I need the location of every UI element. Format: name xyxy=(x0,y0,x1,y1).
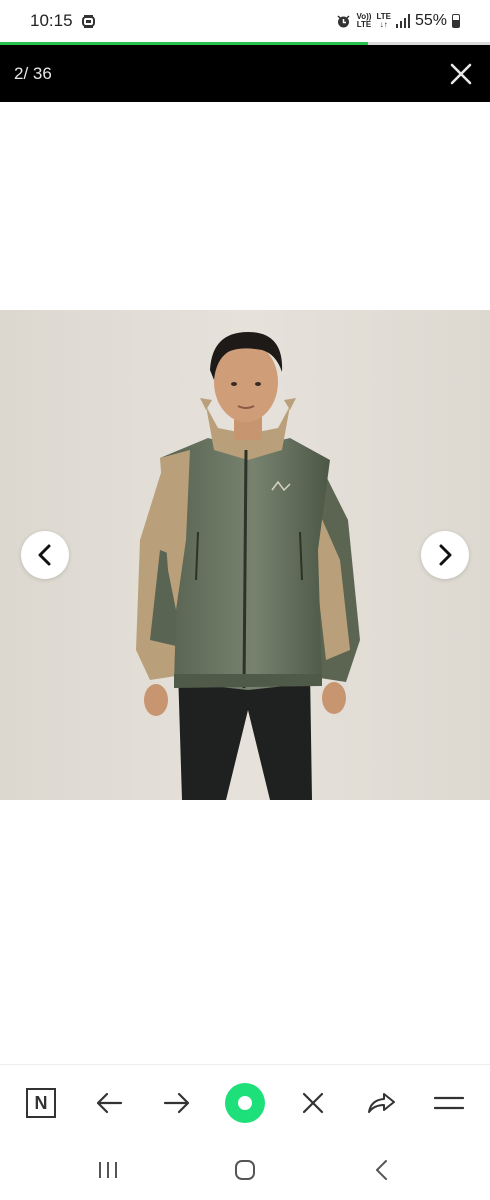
home-icon xyxy=(235,1160,255,1180)
forward-button[interactable] xyxy=(157,1083,197,1123)
menu-button[interactable] xyxy=(429,1083,469,1123)
watch-icon xyxy=(81,14,95,28)
x-icon xyxy=(302,1092,324,1114)
arrow-right-icon xyxy=(163,1092,190,1114)
recents-icon xyxy=(99,1162,117,1178)
battery-percent: 55% xyxy=(414,12,447,29)
green-dot-button[interactable] xyxy=(225,1083,265,1123)
lte-bottom: ↓↑ xyxy=(379,20,388,29)
battery-icon xyxy=(452,14,460,28)
volte-bottom: LTE xyxy=(356,20,372,29)
share-button[interactable] xyxy=(361,1083,401,1123)
signal-icon xyxy=(395,14,410,28)
close-icon xyxy=(450,63,472,84)
previous-image-button[interactable] xyxy=(21,531,69,579)
next-image-button[interactable] xyxy=(421,531,469,579)
status-left: 10:15 xyxy=(30,11,96,31)
system-navigation-bar xyxy=(0,1140,490,1200)
close-button[interactable] xyxy=(446,59,476,89)
volte-indicator: Vo)) LTE xyxy=(356,13,371,29)
chevron-right-icon xyxy=(439,544,452,566)
home-button[interactable] xyxy=(225,1154,265,1186)
status-time: 10:15 xyxy=(30,11,73,30)
alarm-icon xyxy=(337,14,351,27)
system-back-button[interactable] xyxy=(362,1154,402,1186)
jacket-photo-illustration xyxy=(0,310,490,800)
menu-icon xyxy=(434,1096,464,1110)
image-viewer-header: 2/ 36 xyxy=(0,45,490,102)
share-icon xyxy=(368,1093,395,1113)
product-photo xyxy=(0,310,490,800)
chevron-left-icon xyxy=(38,544,51,566)
recents-button[interactable] xyxy=(88,1154,128,1186)
status-bar: 10:15 Vo)) LTE LTE ↓↑ 55% xyxy=(0,0,490,42)
naver-n-label: N xyxy=(34,1092,48,1113)
back-button[interactable] xyxy=(89,1083,129,1123)
browser-toolbar: N xyxy=(0,1064,490,1140)
arrow-left-icon xyxy=(96,1092,123,1114)
naver-home-button[interactable]: N xyxy=(21,1083,61,1123)
lte-indicator: LTE ↓↑ xyxy=(376,13,391,29)
status-right: Vo)) LTE LTE ↓↑ 55% xyxy=(336,12,460,30)
close-tab-button[interactable] xyxy=(293,1083,333,1123)
naver-n-icon: N xyxy=(26,1088,56,1118)
page-counter: 2/ 36 xyxy=(14,63,52,83)
green-dot-icon xyxy=(225,1083,265,1123)
system-back-icon xyxy=(376,1160,387,1180)
